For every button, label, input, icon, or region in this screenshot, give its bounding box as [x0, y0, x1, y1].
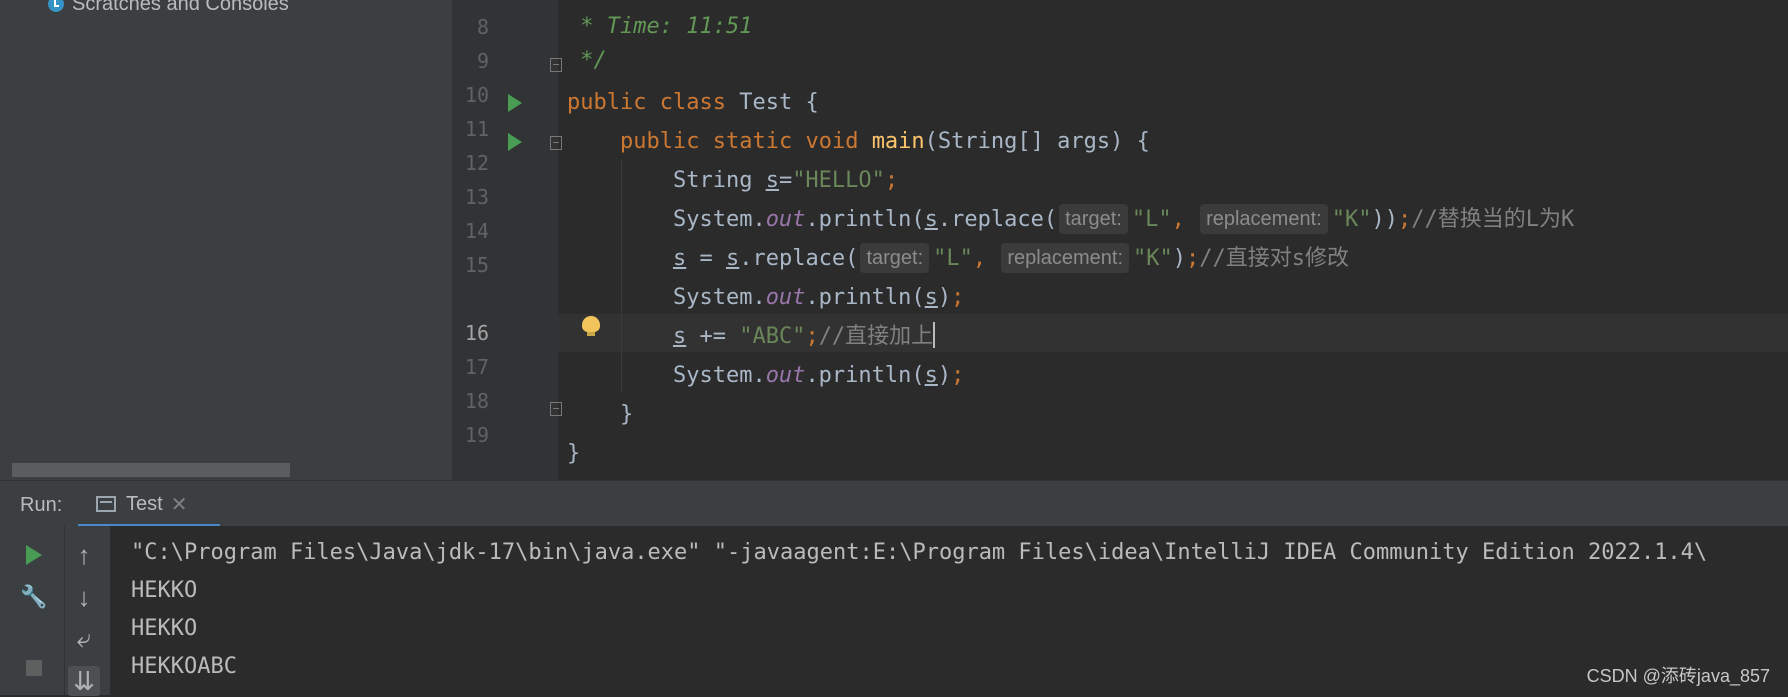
stop-icon	[26, 660, 42, 676]
parameter-hint: replacement:	[1001, 243, 1130, 273]
project-horizontal-scrollbar[interactable]	[12, 463, 290, 477]
run-toolbar: 🔧 ↑ ↓ ⤶ ⇊	[0, 526, 110, 696]
run-gutter-icon[interactable]	[508, 133, 522, 151]
project-panel: Scratches and Consoles	[0, 0, 452, 480]
code-line-15[interactable]: System.out.println(s);	[567, 279, 964, 317]
line-number: 9	[476, 49, 489, 73]
line-number: 11	[464, 117, 489, 141]
run-icon	[26, 545, 42, 565]
code-line-10[interactable]: public class Test {	[567, 84, 819, 122]
line-number: 10	[464, 83, 489, 107]
tree-item-scratches[interactable]: Scratches and Consoles	[48, 0, 289, 16]
console-output[interactable]: "C:\Program Files\Java\jdk-17\bin\java.e…	[110, 526, 1788, 695]
run-gutter-icon[interactable]	[508, 94, 522, 112]
console-line: HEKKO	[131, 578, 198, 603]
code-line-11[interactable]: public static void main(String[] args) {	[567, 123, 1150, 161]
parameter-hint: replacement:	[1200, 204, 1328, 234]
line-number: 18	[464, 389, 489, 413]
parameter-hint: target:	[1059, 204, 1128, 234]
toolbar-separator	[64, 526, 65, 695]
code-line-12[interactable]: String s="HELLO";	[567, 162, 898, 200]
close-icon[interactable]: ✕	[171, 492, 188, 517]
tree-item-label: Scratches and Consoles	[72, 0, 289, 15]
line-number-current: 16	[464, 321, 489, 345]
line-number: 13	[464, 185, 489, 209]
code-line-18[interactable]: }	[567, 396, 633, 434]
up-arrow-icon: ↑	[77, 539, 91, 570]
text-caret	[933, 322, 936, 348]
down-arrow-icon: ↓	[77, 581, 91, 612]
watermark: CSDN @添砖java_857	[1586, 666, 1770, 686]
parameter-hint: target:	[860, 243, 930, 273]
code-line-8[interactable]: * Time: 11:51	[567, 8, 752, 46]
code-line-14[interactable]: s = s.replace(target: "L", replacement: "K…	[567, 240, 1349, 278]
code-line-9[interactable]: */	[567, 42, 607, 80]
fold-icon[interactable]	[550, 136, 562, 150]
soft-wrap-button[interactable]: ⤶	[68, 623, 100, 654]
scroll-to-end-button[interactable]: ⇊	[68, 666, 100, 696]
line-number: 17	[464, 355, 489, 379]
soft-wrap-icon: ⤶	[76, 623, 92, 653]
stop-button[interactable]	[18, 653, 50, 683]
settings-icon: 🔧	[20, 584, 48, 609]
next-occurrence-button[interactable]: ↓	[68, 582, 100, 612]
code-line-19[interactable]: }	[567, 435, 580, 473]
console-line: HEKKO	[131, 616, 198, 641]
run-tool-window-header: Run: Test ✕	[0, 480, 1788, 527]
scroll-to-end-icon: ⇊	[73, 665, 95, 696]
run-tab-test[interactable]: Test ✕	[96, 489, 187, 519]
line-number: 19	[464, 423, 489, 447]
console-line: "C:\Program Files\Java\jdk-17\bin\java.e…	[131, 540, 1708, 565]
code-line-17[interactable]: System.out.println(s);	[567, 357, 964, 395]
run-tab-label: Test	[126, 492, 163, 515]
line-number: 8	[476, 15, 489, 39]
previous-occurrence-button[interactable]: ↑	[68, 540, 100, 570]
line-number: 15	[464, 253, 489, 277]
code-line-16[interactable]: s += "ABC";//直接加上	[567, 318, 936, 356]
scratches-icon	[48, 0, 64, 12]
settings-button[interactable]: 🔧	[18, 582, 50, 612]
fold-icon[interactable]	[550, 402, 562, 416]
line-number: 12	[464, 151, 489, 175]
console-tab-icon	[96, 496, 116, 512]
code-line-13[interactable]: System.out.println(s.replace(target: "L",…	[567, 201, 1574, 239]
fold-icon[interactable]	[550, 58, 562, 72]
run-label: Run:	[20, 494, 63, 516]
line-number: 14	[464, 219, 489, 243]
rerun-button[interactable]	[18, 540, 50, 570]
console-line: HEKKOABC	[131, 654, 237, 679]
